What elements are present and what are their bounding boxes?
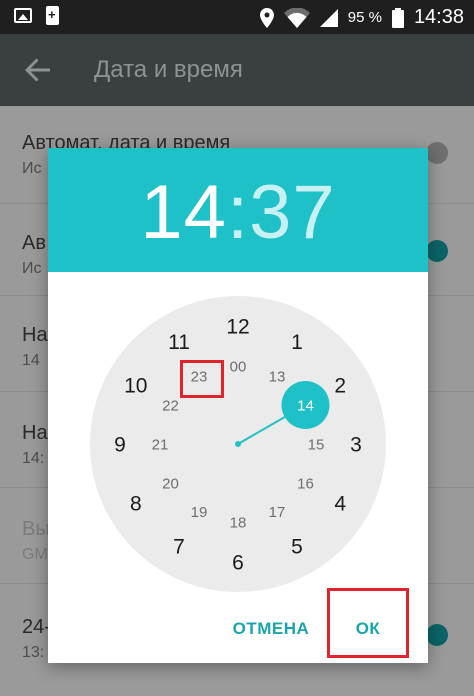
hour-inner-17[interactable]: 17: [269, 504, 286, 521]
setting-subtitle: 13:: [22, 644, 45, 661]
location-icon: [259, 7, 274, 28]
setting-title: Ав: [22, 232, 46, 254]
hour-inner-22[interactable]: 22: [162, 397, 179, 414]
battery-icon: [391, 7, 404, 28]
hour-inner-20[interactable]: 20: [162, 475, 179, 492]
page-title: Дата и время: [94, 56, 243, 83]
setting-subtitle: 14:: [22, 450, 45, 467]
highlight-box-23: [180, 360, 224, 398]
hour-outer-2[interactable]: 2: [334, 374, 346, 397]
toggle-switch[interactable]: [426, 624, 448, 646]
hour-inner-15[interactable]: 15: [308, 436, 325, 453]
hour-outer-10[interactable]: 10: [124, 374, 147, 397]
toggle-switch[interactable]: [426, 142, 448, 164]
hour-outer-7[interactable]: 7: [173, 536, 185, 559]
hour-inner-18[interactable]: 18: [230, 514, 247, 531]
app-bar: Дата и время: [0, 34, 474, 106]
cancel-button[interactable]: ОТМЕНА: [226, 614, 316, 644]
hour-inner-13[interactable]: 13: [269, 369, 286, 386]
battery-saver-icon: [46, 6, 59, 25]
time-separator: :: [226, 170, 250, 255]
toggle-switch[interactable]: [426, 240, 448, 262]
time-picker-dialog: 14:37 12 1 2 3 4 5 6 7 8 9 10 11 00 13 14 15 16 17 18 19 20 2…: [48, 148, 428, 663]
hour-outer-8[interactable]: 8: [130, 492, 142, 515]
time-display: 14:37: [48, 168, 428, 258]
setting-subtitle: Ис: [22, 260, 42, 277]
clock-dial[interactable]: 121234567891011001314151617181920212223: [90, 296, 386, 592]
setting-title: Вы: [22, 518, 50, 540]
highlight-box-ok: [327, 588, 409, 658]
status-time: 14:38: [413, 6, 464, 28]
setting-subtitle: GM: [22, 546, 48, 563]
wifi-icon: [283, 7, 310, 28]
setting-title: На: [22, 422, 48, 444]
minutes-display[interactable]: 37: [249, 170, 336, 255]
battery-percent: 95 %: [347, 9, 382, 26]
hour-outer-4[interactable]: 4: [334, 492, 346, 515]
back-arrow-icon[interactable]: [22, 54, 54, 86]
signal-icon: [319, 8, 338, 27]
setting-title: На: [22, 324, 48, 346]
clock-face[interactable]: 12 1 2 3 4 5 6 7 8 9 10 11 00 13 14 15 16 17 18 19 20 21 22 23: [90, 296, 386, 592]
hour-outer-9[interactable]: 9: [114, 433, 126, 456]
time-picker-header: 14:37: [48, 148, 428, 272]
hour-outer-5[interactable]: 5: [291, 536, 303, 559]
status-bar: 95 % 14:38: [0, 0, 474, 34]
hour-outer-3[interactable]: 3: [350, 433, 362, 456]
clock-hand: [237, 416, 286, 445]
hour-inner-16[interactable]: 16: [297, 475, 314, 492]
hour-outer-12[interactable]: 12: [226, 315, 249, 338]
setting-title: 24-: [22, 616, 51, 638]
hour-outer-11[interactable]: 11: [168, 331, 190, 354]
hour-outer-1[interactable]: 1: [291, 331, 303, 354]
hour-inner-21[interactable]: 21: [152, 436, 169, 453]
setting-subtitle: 14: [22, 352, 40, 369]
setting-subtitle: Ис: [22, 160, 42, 177]
hour-inner-00[interactable]: 00: [230, 358, 247, 375]
hour-inner-19[interactable]: 19: [191, 504, 208, 521]
hours-display[interactable]: 14: [140, 170, 227, 255]
image-icon: [14, 8, 32, 23]
hour-inner-14[interactable]: 14: [297, 397, 314, 414]
hour-outer-6[interactable]: 6: [232, 551, 244, 574]
